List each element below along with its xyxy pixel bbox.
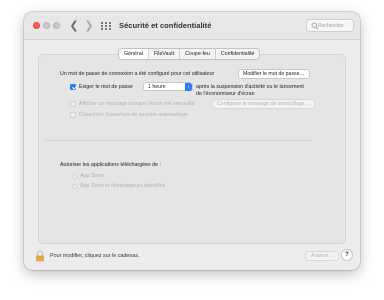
show-message-label: Afficher un message lorsque l'écran est … [79,101,195,107]
after-sleep-text-line2: de l'économiseur d'écran [196,91,255,97]
require-password-label: Exiger le mot de passe [79,84,133,90]
tab-filevault[interactable]: FileVault [149,49,181,59]
password-status-text: Un mot de passe de connexion a été confi… [60,71,215,77]
tab-privacy[interactable]: Confidentialité [216,49,260,59]
disable-auto-login-label: Désactiver l'ouverture de session automa… [79,112,188,118]
tab-general[interactable]: Général [119,49,149,59]
title-bar: ❮ ❯ Sécurité et confidentialité Recherch… [24,12,360,40]
minimize-window-button[interactable] [43,22,50,29]
password-delay-value: 1 heure [148,84,166,90]
radio-app-store[interactable] [72,174,77,179]
chevron-updown-icon: ↕ [185,83,192,91]
window-title: Sécurité et confidentialité [119,21,212,30]
lock-instruction-text: Pour modifier, cliquez sur le cadenas. [50,253,140,259]
downloads-heading: Autoriser les applications téléchargées … [60,162,161,168]
help-button[interactable]: ? [341,249,353,261]
back-icon[interactable]: ❮ [67,19,81,33]
password-delay-select[interactable]: 1 heure ↕ [143,82,193,91]
tab-firewall[interactable]: Coupe-feu [180,49,216,59]
radio-identified-developers[interactable] [72,184,77,189]
require-password-checkbox[interactable] [70,84,76,90]
radio-app-store-label: App Store [80,173,104,179]
advanced-button[interactable]: Avancé… [305,251,340,261]
lock-icon[interactable] [34,250,46,262]
change-password-button[interactable]: Modifier le mot de passe… [238,69,310,79]
close-window-button[interactable] [33,22,40,29]
show-all-grid-icon[interactable] [101,22,111,30]
show-message-checkbox[interactable] [70,101,76,107]
tab-bar: Général FileVault Coupe-feu Confidential… [118,48,261,60]
disable-auto-login-checkbox[interactable] [70,112,76,118]
section-divider [44,140,312,141]
preferences-window: ❮ ❯ Sécurité et confidentialité Recherch… [24,12,360,270]
search-field[interactable]: Rechercher [306,19,354,32]
search-placeholder: Rechercher [318,23,344,29]
radio-identified-developers-label: App Store et développeurs identifiés [80,183,166,189]
zoom-window-button[interactable] [53,22,60,29]
forward-icon[interactable]: ❯ [82,19,96,33]
configure-lock-message-button[interactable]: Configurer le message de verrouillage… [212,99,315,109]
